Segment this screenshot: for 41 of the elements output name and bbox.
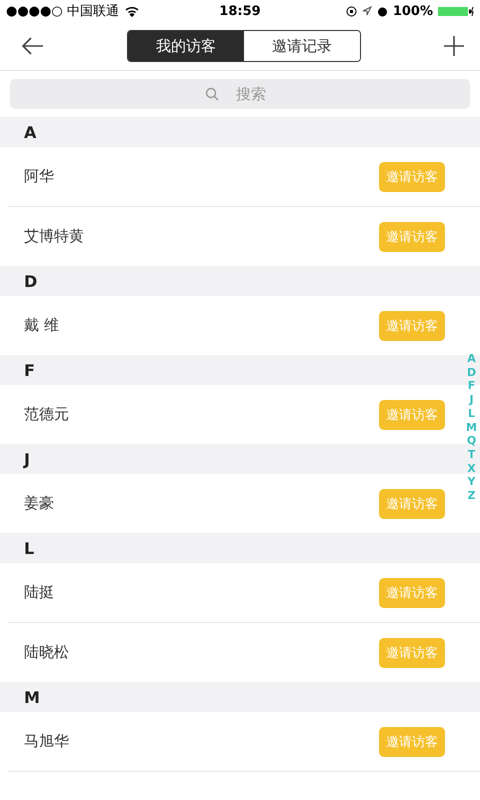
invite-button[interactable]: 邀请访客 <box>379 488 445 518</box>
invite-button[interactable]: 邀请访客 <box>379 578 445 608</box>
contact-name: 戴 维 <box>24 316 59 335</box>
section-header: A <box>0 117 480 147</box>
index-letter[interactable]: Q <box>466 434 476 448</box>
index-letter[interactable]: X <box>467 462 476 476</box>
contact-name: 陆晓松 <box>24 643 69 662</box>
lock-rotation-icon <box>346 6 357 16</box>
index-letter[interactable]: L <box>468 406 476 421</box>
index-letter[interactable]: Z <box>468 489 476 503</box>
invite-button[interactable]: 邀请访客 <box>379 400 445 430</box>
index-letter[interactable]: Y <box>468 475 476 490</box>
invite-button[interactable]: 邀请访客 <box>379 310 445 340</box>
clock-text: 18:59 <box>218 4 262 18</box>
contact-name: 马旭华 <box>24 732 69 751</box>
wifi-icon <box>124 6 139 16</box>
battery-icon <box>438 6 474 16</box>
index-letter[interactable]: F <box>468 379 476 394</box>
section-header: L <box>0 533 480 563</box>
battery-percent: 100% <box>392 4 433 18</box>
location-icon <box>362 6 372 16</box>
invite-button[interactable]: 邀请访客 <box>379 162 445 192</box>
contact-name: 阿华 <box>24 167 54 186</box>
index-letter[interactable]: D <box>466 366 476 380</box>
index-letter[interactable]: T <box>468 448 476 462</box>
section-header: D <box>0 266 480 296</box>
search-icon <box>205 87 219 101</box>
index-letter[interactable]: A <box>467 352 476 366</box>
contact-name: 姜豪 <box>24 494 54 513</box>
index-letter[interactable]: M <box>466 420 477 434</box>
contact-name: 陆挺 <box>24 583 54 602</box>
search-field[interactable]: 搜索 <box>10 79 470 109</box>
contact-name: 艾博特黄 <box>24 227 84 246</box>
index-letter[interactable]: J <box>469 393 474 407</box>
contact-name: 范德元 <box>24 405 69 424</box>
segment-tab[interactable]: 我的访客 <box>128 31 244 61</box>
invite-button[interactable]: 邀请访客 <box>379 726 445 756</box>
invite-button[interactable]: 邀请访客 <box>379 222 445 252</box>
section-header: M <box>0 682 480 712</box>
carrier-text: ●●●●○ 中国联通 <box>6 3 119 20</box>
invite-button[interactable]: 邀请访客 <box>379 638 445 668</box>
